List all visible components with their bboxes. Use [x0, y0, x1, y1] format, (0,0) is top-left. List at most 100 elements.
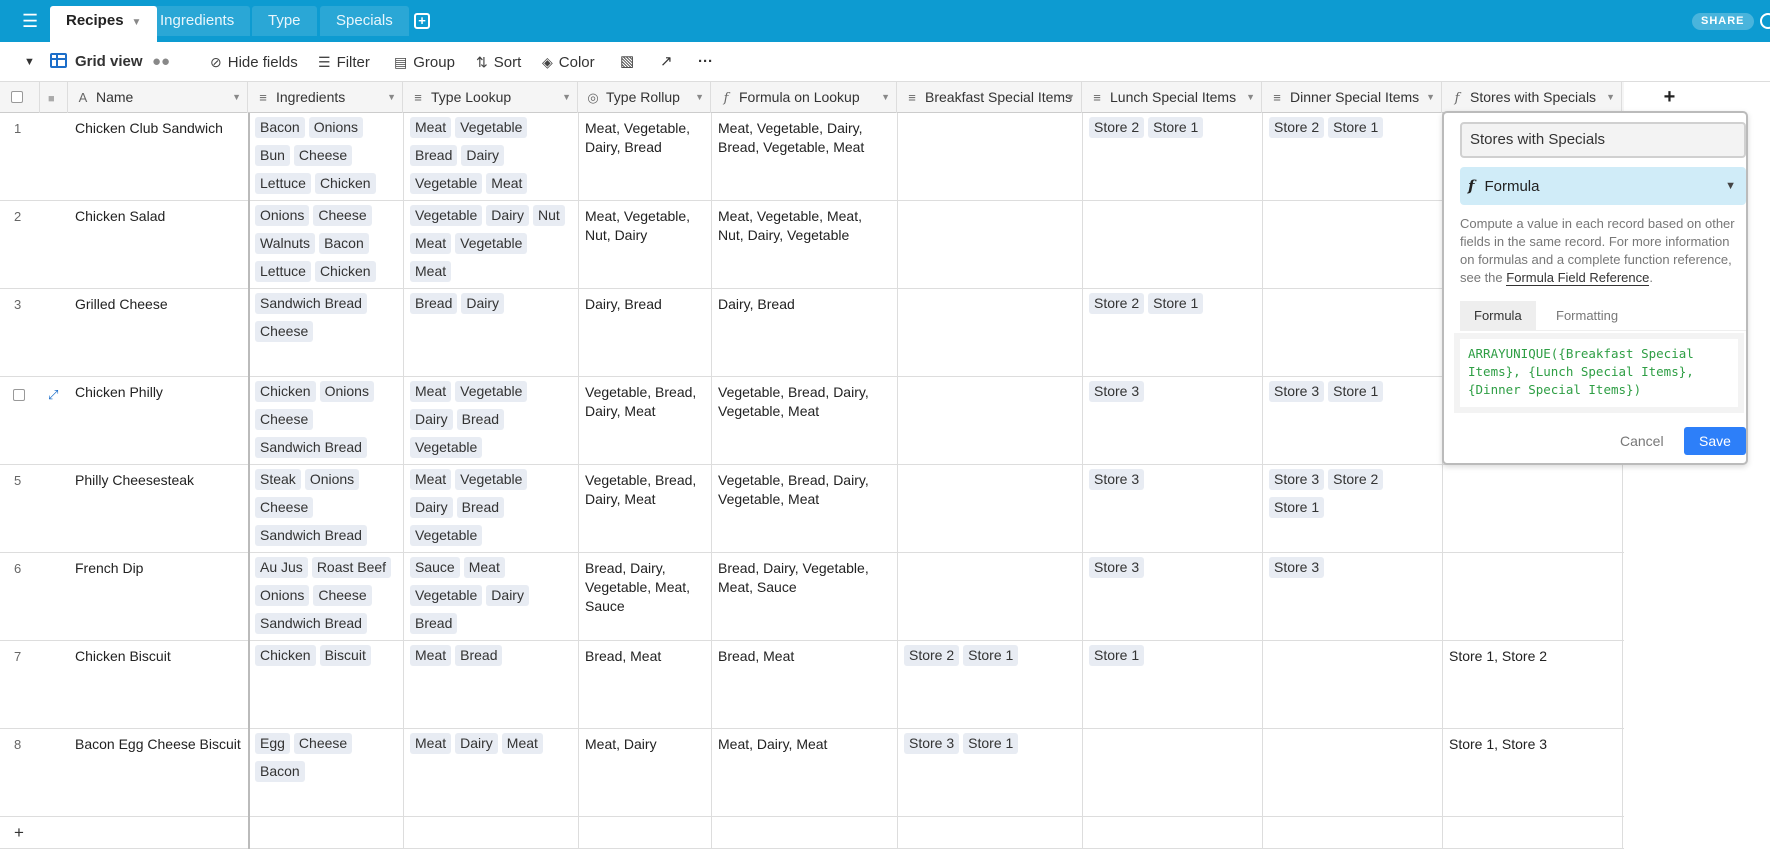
name-cell[interactable]: Chicken Biscuit [68, 641, 248, 728]
dinner-special-items-cell[interactable] [1262, 289, 1442, 376]
lunch-special-items-cell[interactable]: Store 3 [1082, 465, 1262, 552]
name-cell[interactable]: Grilled Cheese [68, 289, 248, 376]
record-pill[interactable]: Onions [304, 469, 360, 490]
record-pill[interactable]: Store 2 [1269, 117, 1325, 138]
record-pill[interactable]: Roast Beef [311, 557, 392, 578]
field-type-select[interactable]: f Formula ▼ [1460, 167, 1746, 205]
record-pill[interactable]: Onions [308, 117, 364, 138]
stores-with-specials-cell[interactable] [1442, 553, 1622, 640]
name-cell[interactable]: Chicken Salad [68, 201, 248, 288]
table-row[interactable]: ⤢ Chicken Philly Chicken OnionsCheese Sandwi… [0, 377, 1624, 465]
column-header-lunch-special-items[interactable]: ≡ Lunch Special Items ▼ [1082, 82, 1262, 113]
record-pill[interactable]: Cheese [313, 205, 372, 226]
record-pill[interactable]: Dairy [410, 497, 453, 518]
formula-on-lookup-cell[interactable]: Meat, Dairy, Meat [711, 729, 897, 816]
record-pill[interactable]: Store 3 [904, 733, 960, 754]
breakfast-special-items-cell[interactable]: Store 2 Store 1 [897, 641, 1082, 728]
breakfast-special-items-cell[interactable]: Store 3 Store 1 [897, 729, 1082, 816]
chevron-down-icon[interactable]: ▼ [387, 82, 396, 113]
chevron-down-icon[interactable]: ▼ [1606, 82, 1615, 113]
table-row[interactable]: 3 Grilled Cheese Sandwich Bread Cheese Bread… [0, 289, 1624, 377]
record-pill[interactable]: Vegetable [455, 469, 528, 490]
tab-formula[interactable]: Formula [1460, 301, 1536, 331]
dinner-special-items-cell[interactable]: Store 3 Store 2Store 1 [1262, 465, 1442, 552]
record-pill[interactable]: Meat [410, 261, 452, 282]
record-pill[interactable]: Onions [319, 381, 374, 402]
formula-on-lookup-cell[interactable]: Bread, Meat [711, 641, 897, 728]
record-pill[interactable]: Chicken [255, 381, 316, 402]
breakfast-special-items-cell[interactable] [897, 465, 1082, 552]
column-header-breakfast-special-items[interactable]: ≡ Breakfast Special Items ▼ [897, 82, 1082, 113]
select-all-checkbox[interactable] [11, 91, 23, 103]
column-header-name[interactable]: A Name ▼ [68, 82, 248, 113]
stores-with-specials-cell[interactable] [1442, 465, 1622, 552]
name-cell[interactable]: Philly Cheesesteak [68, 465, 248, 552]
ingredients-cell[interactable]: Chicken Biscuit [248, 641, 403, 728]
record-pill[interactable]: Onions [255, 205, 310, 226]
record-pill[interactable]: Store 2 [1089, 293, 1145, 314]
breakfast-special-items-cell[interactable] [897, 553, 1082, 640]
breakfast-special-items-cell[interactable] [897, 113, 1082, 200]
record-pill[interactable]: Dairy [486, 585, 529, 606]
record-pill[interactable]: Cheese [255, 497, 314, 518]
row-height-icon[interactable]: ▧ [620, 42, 634, 82]
type-rollup-cell[interactable]: Meat, Vegetable, Nut, Dairy [578, 201, 711, 288]
sidebar-toggle-icon[interactable]: ▼ [24, 42, 35, 82]
type-rollup-cell[interactable]: Bread, Meat [578, 641, 711, 728]
record-pill[interactable]: Bacon [255, 117, 305, 138]
record-pill[interactable]: Meat [410, 233, 452, 254]
table-row[interactable]: 6 French Dip Au Jus Roast BeefOnions Cheese S… [0, 553, 1624, 641]
cancel-button[interactable]: Cancel [1620, 427, 1664, 455]
record-pill[interactable]: Lettuce [255, 261, 311, 282]
record-pill[interactable]: Vegetable [410, 205, 483, 226]
type-rollup-cell[interactable]: Bread, Dairy, Vegetable, Meat, Sauce [578, 553, 711, 640]
record-pill[interactable]: Bacon [255, 761, 305, 782]
lunch-special-items-cell[interactable]: Store 1 [1082, 641, 1262, 728]
record-pill[interactable]: Dairy [410, 409, 453, 430]
history-icon[interactable] [1760, 13, 1770, 29]
type-lookup-cell[interactable]: Meat VegetableDairy BreadVegetable [403, 377, 578, 464]
add-row-icon[interactable]: + [14, 823, 24, 843]
formula-on-lookup-cell[interactable]: Vegetable, Bread, Dairy, Vegetable, Meat [711, 465, 897, 552]
type-lookup-cell[interactable]: Meat VegetableDairy BreadVegetable [403, 465, 578, 552]
type-rollup-cell[interactable]: Dairy, Bread [578, 289, 711, 376]
record-pill[interactable]: Bread [455, 645, 503, 666]
group-button[interactable]: ▤ Group [394, 42, 455, 82]
lunch-special-items-cell[interactable]: Store 2 Store 1 [1082, 289, 1262, 376]
table-row[interactable]: 5 Philly Cheesesteak Steak Onions Cheese Sand… [0, 465, 1624, 553]
dinner-special-items-cell[interactable]: Store 2 Store 1 [1262, 113, 1442, 200]
column-header-stores-with-specials[interactable]: f Stores with Specials ▼ [1442, 82, 1622, 113]
type-lookup-cell[interactable]: Meat VegetableBread DairyVegetable Meat [403, 113, 578, 200]
name-cell[interactable]: Chicken Philly [68, 377, 248, 464]
record-pill[interactable]: Vegetable [455, 233, 528, 254]
record-pill[interactable]: Vegetable [455, 381, 528, 402]
tab-formatting[interactable]: Formatting [1542, 301, 1632, 331]
name-cell[interactable]: French Dip [68, 553, 248, 640]
filter-button[interactable]: ☰ Filter [318, 42, 370, 82]
sort-button[interactable]: ⇅ Sort [476, 42, 521, 82]
chevron-down-icon[interactable]: ▼ [232, 82, 241, 113]
lunch-special-items-cell[interactable]: Store 3 [1082, 377, 1262, 464]
record-pill[interactable]: Bread [410, 145, 458, 166]
record-pill[interactable]: Store 1 [1089, 645, 1145, 666]
record-pill[interactable]: Bread [456, 497, 505, 518]
record-pill[interactable]: Nut [532, 205, 565, 226]
add-table-icon[interactable]: + [414, 13, 430, 29]
record-pill[interactable]: Vegetable [410, 585, 483, 606]
record-pill[interactable]: Store 3 [1269, 557, 1325, 578]
breakfast-special-items-cell[interactable] [897, 377, 1082, 464]
chevron-down-icon[interactable]: ▼ [695, 82, 704, 113]
column-header-ingredients[interactable]: ≡ Ingredients ▼ [248, 82, 403, 113]
ingredients-cell[interactable]: Egg Cheese Bacon [248, 729, 403, 816]
record-pill[interactable]: Dairy [486, 205, 529, 226]
chevron-down-icon[interactable]: ▼ [881, 82, 890, 113]
table-row[interactable]: 1 Chicken Club Sandwich Bacon Onions Bun Chee… [0, 113, 1624, 201]
record-pill[interactable]: Bun [255, 145, 290, 166]
type-rollup-cell[interactable]: Vegetable, Bread, Dairy, Meat [578, 377, 711, 464]
column-header-type-lookup[interactable]: ≡ Type Lookup ▼ [403, 82, 578, 113]
name-cell[interactable]: Chicken Club Sandwich [68, 113, 248, 200]
table-row[interactable]: 7 Chicken Biscuit Chicken Biscuit Meat Bread B… [0, 641, 1624, 729]
record-pill[interactable]: Au Jus [255, 557, 308, 578]
type-lookup-cell[interactable]: Vegetable Dairy NutMeat VegetableMeat [403, 201, 578, 288]
record-pill[interactable]: Cheese [293, 145, 353, 166]
